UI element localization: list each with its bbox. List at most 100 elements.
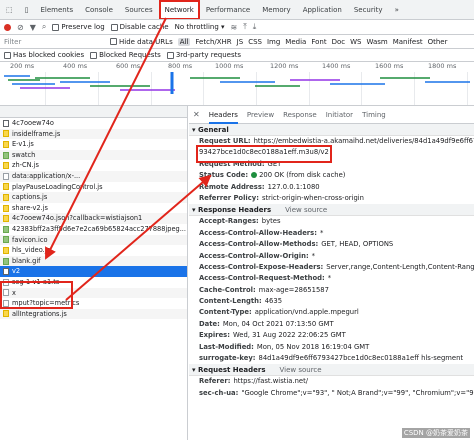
status-code-row: Status Code: 200 OK (from disk cache): [199, 171, 346, 180]
filter-icon[interactable]: ▼: [30, 23, 36, 32]
list-item[interactable]: 4c7ooew74o: [0, 118, 187, 129]
js-file-icon: [3, 140, 9, 148]
list-item[interactable]: 42383bff2a3ff9d6e7e2ca69b65824acc277888j…: [0, 224, 187, 235]
type-filter-img[interactable]: Img: [267, 38, 280, 46]
clear-icon[interactable]: ⊘: [17, 23, 24, 32]
general-section-header[interactable]: ▾ General: [189, 124, 474, 136]
list-item[interactable]: share-v2.js: [0, 203, 187, 214]
tab-elements[interactable]: Elements: [34, 0, 79, 19]
list-item[interactable]: x: [0, 287, 187, 299]
image-file-icon: [3, 225, 9, 233]
wifi-icon[interactable]: ≋: [231, 23, 238, 32]
type-filter-media[interactable]: Media: [285, 38, 306, 46]
close-icon[interactable]: ✕: [193, 110, 200, 119]
header-row: Last-Modified: Mon, 05 Nov 2018 16:19:04 …: [199, 342, 370, 351]
request-list-header: [0, 106, 187, 118]
list-item[interactable]: zh-CN.js: [0, 160, 187, 171]
waterfall-overview: [4, 72, 470, 94]
tab-headers[interactable]: Headers: [208, 106, 238, 124]
type-filter-ws[interactable]: WS: [350, 38, 361, 46]
fetch-file-icon: [3, 119, 9, 127]
referrer-policy-row: Referrer Policy: strict-origin-when-cross…: [199, 193, 364, 202]
request-url-continued: 93427bce1d0c8ec0188a1eff.m3u8/v2: [199, 148, 329, 157]
filter-input[interactable]: Filter: [4, 38, 62, 46]
has-blocked-cookies-checkbox[interactable]: Has blocked cookies: [4, 51, 84, 59]
third-party-requests-checkbox[interactable]: 3rd-party requests: [166, 51, 241, 59]
list-item[interactable]: swatch: [0, 149, 187, 161]
list-item[interactable]: insidelframe.js: [0, 128, 187, 140]
document-file-icon: [3, 172, 9, 180]
header-row: Date: Mon, 04 Oct 2021 07:13:50 GMT: [199, 319, 334, 328]
js-file-icon: [3, 204, 9, 212]
type-filter-wasm[interactable]: Wasm: [366, 38, 387, 46]
js-file-icon: [3, 183, 9, 191]
throttling-select[interactable]: No throttling ▾: [175, 23, 225, 31]
list-item[interactable]: playPauseLoadingControl.js: [0, 182, 187, 193]
type-filter-js[interactable]: JS: [237, 38, 244, 46]
device-toolbar-icon[interactable]: ▯: [19, 0, 35, 19]
fetch-file-icon: [3, 268, 9, 276]
search-icon[interactable]: ⌕: [42, 22, 46, 32]
tab-security[interactable]: Security: [348, 0, 389, 19]
header-row: Expires: Wed, 31 Aug 2022 22:06:25 GMT: [199, 331, 346, 340]
blocked-requests-checkbox[interactable]: Blocked Requests: [90, 51, 161, 59]
inspect-element-icon[interactable]: ⬚: [0, 0, 19, 19]
request-list: 4c7ooew74o insidelframe.js E-v1.js swatc…: [0, 106, 188, 440]
disable-cache-checkbox[interactable]: Disable cache: [110, 23, 169, 31]
watermark: CSDN @奶茶爱奶茶: [401, 428, 470, 438]
image-file-icon: [3, 257, 9, 265]
more-tabs-icon[interactable]: »: [389, 0, 405, 19]
export-icon[interactable]: ⤓: [253, 22, 257, 32]
status-ok-icon: [251, 172, 258, 179]
list-item-selected[interactable]: v2: [0, 266, 187, 277]
request-detail-pane: ✕ Headers Preview Response Initiator Tim…: [189, 106, 474, 440]
tab-memory[interactable]: Memory: [256, 0, 296, 19]
type-filter-all[interactable]: All: [177, 37, 191, 46]
list-item[interactable]: blank.gif: [0, 255, 187, 267]
tab-response[interactable]: Response: [283, 106, 317, 124]
request-url-row: Request URL: https://embedwistia-a.akamai…: [199, 137, 474, 145]
header-row: Cache-Control: max-age=28651587: [199, 285, 329, 294]
list-item[interactable]: data:application/x-...: [0, 170, 187, 182]
list-item[interactable]: captions.js: [0, 192, 187, 203]
image-file-icon: [3, 151, 9, 159]
header-row: Accept-Ranges: bytes: [199, 217, 281, 226]
document-file-icon: [3, 278, 9, 286]
tab-network[interactable]: Network: [158, 0, 200, 19]
list-item[interactable]: seg-1-v1-a1.ts: [0, 277, 187, 288]
preserve-log-checkbox[interactable]: Preserve log: [52, 23, 105, 31]
type-filter-font[interactable]: Font: [311, 38, 326, 46]
view-source-link[interactable]: View source: [285, 204, 327, 215]
type-filter-other[interactable]: Other: [428, 38, 448, 46]
list-item[interactable]: E-v1.js: [0, 139, 187, 150]
document-file-icon: [3, 289, 9, 297]
record-icon[interactable]: [4, 23, 11, 31]
response-headers-section-header[interactable]: ▾ Response Headers View source: [189, 204, 474, 217]
type-filter-doc[interactable]: Doc: [332, 38, 346, 46]
js-file-icon: [3, 162, 9, 170]
devtools-tab-strip: ⬚ ▯ Elements Console Sources Network Per…: [0, 0, 474, 20]
import-icon[interactable]: ⤒: [243, 22, 247, 32]
type-filter-manifest[interactable]: Manifest: [393, 38, 423, 46]
js-file-icon: [3, 246, 9, 254]
list-item[interactable]: 4c7ooew74o.json?callback=wistiajson1: [0, 213, 187, 224]
tab-initiator[interactable]: Initiator: [326, 106, 353, 124]
js-file-icon: [3, 215, 9, 223]
view-source-link[interactable]: View source: [280, 364, 322, 375]
list-item[interactable]: favicon.ico: [0, 234, 187, 246]
type-filter-fetch-xhr[interactable]: Fetch/XHR: [195, 38, 231, 46]
type-filter-css[interactable]: CSS: [248, 38, 262, 46]
hide-data-urls-checkbox[interactable]: Hide data URLs: [110, 38, 173, 46]
request-headers-section-header[interactable]: ▾ Request Headers View source: [189, 364, 474, 377]
list-item[interactable]: mput?topic=metrics: [0, 298, 187, 309]
tab-sources[interactable]: Sources: [119, 0, 159, 19]
tab-application[interactable]: Application: [297, 0, 348, 19]
list-item[interactable]: allIntegrations.js: [0, 308, 187, 320]
list-item[interactable]: hls_video.js: [0, 245, 187, 256]
tab-timing[interactable]: Timing: [362, 106, 386, 124]
header-row: Access-Control-Request-Method: *: [199, 274, 332, 283]
js-file-icon: [3, 130, 9, 138]
tab-performance[interactable]: Performance: [200, 0, 256, 19]
tab-console[interactable]: Console: [79, 0, 119, 19]
tab-preview[interactable]: Preview: [247, 106, 274, 124]
